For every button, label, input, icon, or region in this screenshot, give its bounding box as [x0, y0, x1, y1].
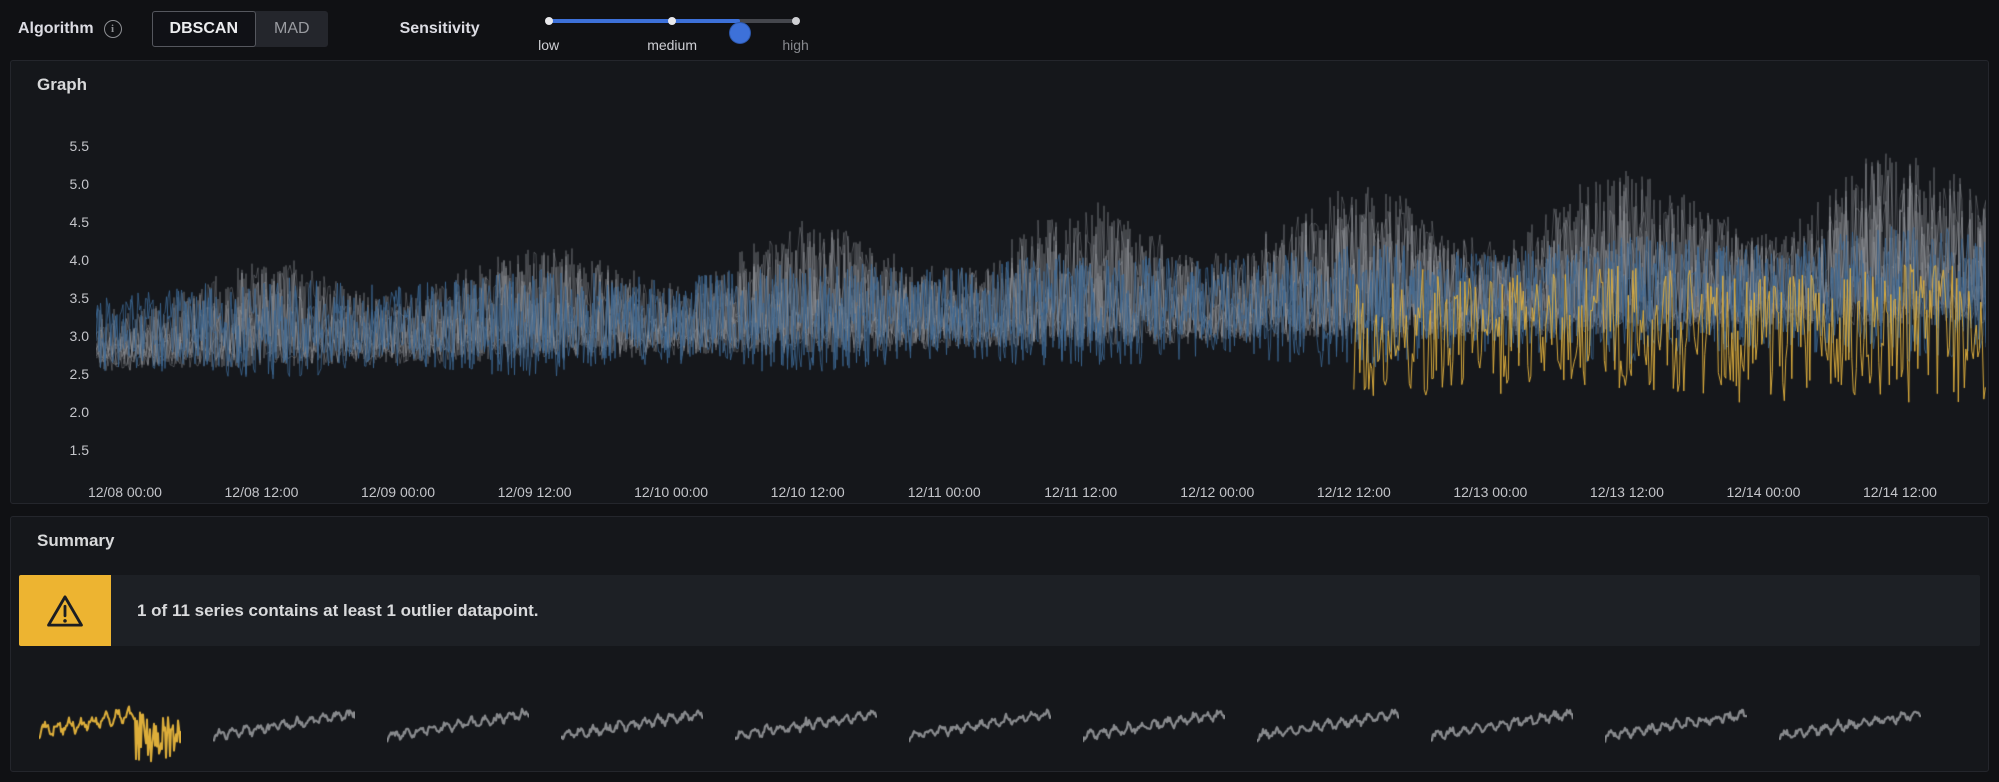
x-axis-label: 12/08 12:00: [225, 484, 299, 500]
slider-fill: [546, 19, 741, 23]
outlier-detection-app: Algorithm i DBSCAN MAD Sensitivity low m…: [0, 0, 1999, 782]
sparkline-chart: [1083, 676, 1225, 766]
sparkline-chart: [1431, 676, 1573, 766]
summary-panel: Summary 1 of 11 series contains at least…: [10, 516, 1989, 772]
summary-panel-title: Summary: [37, 531, 114, 551]
y-axis-label: 2.5: [19, 365, 89, 383]
warning-message: 1 of 11 series contains at least 1 outli…: [111, 601, 539, 621]
series-sparkline-row: [39, 675, 1960, 767]
x-axis-label: 12/13 00:00: [1453, 484, 1527, 500]
sparkline-outlier-series[interactable]: [39, 676, 181, 766]
slider-tick-high: [792, 17, 800, 25]
sensitivity-slider[interactable]: low medium high: [546, 7, 799, 51]
sparkline-series[interactable]: [1083, 676, 1225, 766]
y-axis-label: 3.0: [19, 327, 89, 345]
x-axis-label: 12/10 00:00: [634, 484, 708, 500]
algorithm-option-dbscan[interactable]: DBSCAN: [152, 11, 256, 47]
x-axis-label: 12/12 00:00: [1180, 484, 1254, 500]
sparkline-chart: [1257, 676, 1399, 766]
slider-label-high: high: [782, 37, 808, 53]
x-axis-label: 12/08 00:00: [88, 484, 162, 500]
algorithm-label: Algorithm: [18, 20, 94, 38]
sparkline-chart: [561, 676, 703, 766]
sparkline-chart: [735, 676, 877, 766]
slider-tick-medium: [668, 17, 676, 25]
x-axis-label: 12/14 00:00: [1726, 484, 1800, 500]
warning-icon-box: [19, 575, 111, 646]
slider-tick-low: [545, 17, 553, 25]
sparkline-series[interactable]: [1257, 676, 1399, 766]
outlier-warning-banner: 1 of 11 series contains at least 1 outli…: [19, 575, 1980, 646]
sparkline-chart: [1779, 676, 1921, 766]
sparkline-chart: [213, 676, 355, 766]
x-axis-label: 12/10 12:00: [771, 484, 845, 500]
graph-panel-title: Graph: [37, 75, 87, 95]
sparkline-series[interactable]: [1431, 676, 1573, 766]
y-axis-label: 3.5: [19, 289, 89, 307]
sparkline-series[interactable]: [1779, 676, 1921, 766]
sensitivity-label: Sensitivity: [400, 20, 480, 38]
info-icon[interactable]: i: [104, 20, 122, 38]
x-axis-label: 12/11 00:00: [908, 484, 981, 500]
sparkline-series[interactable]: [561, 676, 703, 766]
y-axis-label: 5.0: [19, 175, 89, 193]
x-axis-label: 12/13 12:00: [1590, 484, 1664, 500]
slider-label-medium: medium: [647, 37, 697, 53]
y-axis-label: 2.0: [19, 403, 89, 421]
sparkline-series[interactable]: [1605, 676, 1747, 766]
sparkline-series[interactable]: [909, 676, 1051, 766]
x-axis-label: 12/09 00:00: [361, 484, 435, 500]
sparkline-chart: [1605, 676, 1747, 766]
sparkline-series[interactable]: [213, 676, 355, 766]
warning-triangle-icon: [45, 593, 85, 629]
sparkline-chart: [909, 676, 1051, 766]
x-axis-label: 12/09 12:00: [498, 484, 572, 500]
slider-labels: low medium high: [546, 37, 799, 53]
slider-track[interactable]: [546, 19, 799, 23]
x-axis-label: 12/12 12:00: [1317, 484, 1391, 500]
control-bar: Algorithm i DBSCAN MAD Sensitivity low m…: [0, 0, 1999, 58]
y-axis-label: 4.0: [19, 251, 89, 269]
x-axis-label: 12/14 12:00: [1863, 484, 1937, 500]
slider-label-low: low: [538, 37, 559, 53]
x-axis-label: 12/11 12:00: [1044, 484, 1117, 500]
y-axis-label: 1.5: [19, 441, 89, 459]
sparkline-series[interactable]: [387, 676, 529, 766]
graph-panel: Graph 5.5 5.0 4.5 4.0 3.5 3.0 2.5 2.0 1.5 12/08 …: [10, 60, 1989, 504]
sparkline-chart: [387, 676, 529, 766]
y-axis-label: 5.5: [19, 137, 89, 155]
sparkline-series[interactable]: [735, 676, 877, 766]
y-axis-label: 4.5: [19, 213, 89, 231]
warning-message-box: 1 of 11 series contains at least 1 outli…: [111, 575, 1980, 646]
timeseries-chart[interactable]: [96, 126, 1986, 461]
algorithm-option-mad[interactable]: MAD: [256, 11, 328, 47]
sparkline-chart: [39, 676, 181, 766]
algorithm-radio-group: DBSCAN MAD: [152, 11, 328, 47]
